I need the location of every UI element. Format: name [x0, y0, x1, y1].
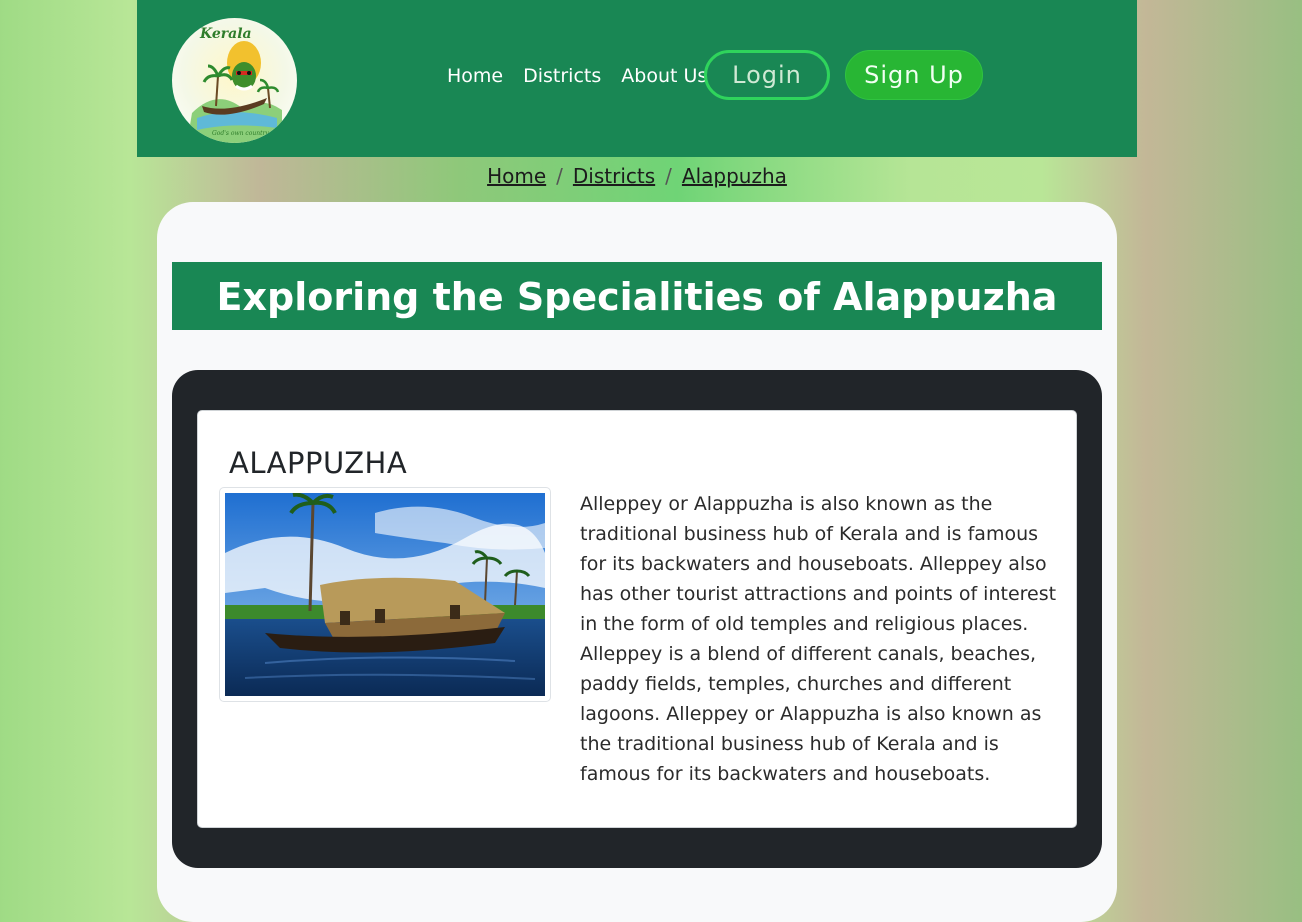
- district-panel: ALAPPUZHA Alleppey or Alappuzha is also …: [172, 370, 1102, 868]
- kerala-logo[interactable]: Kerala God's own country: [172, 18, 297, 143]
- card-title: ALAPPUZHA: [229, 446, 408, 480]
- breadcrumb-alappuzha[interactable]: Alappuzha: [682, 164, 787, 188]
- page-title: Exploring the Specialities of Alappuzha: [216, 275, 1058, 319]
- page: Kerala God's own country Home Districts …: [137, 0, 1137, 922]
- navbar: Kerala God's own country Home Districts …: [137, 0, 1137, 157]
- nav-about-link[interactable]: About Us: [621, 64, 707, 88]
- district-card: ALAPPUZHA Alleppey or Alappuzha is also …: [197, 410, 1077, 828]
- district-description: Alleppey or Alappuzha is also known as t…: [580, 493, 1057, 785]
- title-banner: Exploring the Specialities of Alappuzha: [172, 262, 1102, 330]
- logo-tagline: God's own country: [212, 130, 269, 137]
- image-thumbnail: [219, 487, 551, 702]
- login-button[interactable]: Login: [704, 50, 830, 100]
- nav-districts-link[interactable]: Districts: [523, 64, 601, 88]
- content-panel: Exploring the Specialities of Alappuzha …: [157, 202, 1117, 922]
- breadcrumb-separator: /: [665, 164, 672, 188]
- houseboat-image: [225, 493, 545, 696]
- breadcrumb: Home / Districts / Alappuzha: [137, 162, 1137, 190]
- nav-home-link[interactable]: Home: [447, 64, 503, 88]
- logo-text: Kerala: [200, 26, 252, 42]
- breadcrumb-separator: /: [556, 164, 563, 188]
- nav-links: Home Districts About Us: [447, 64, 707, 88]
- breadcrumb-home[interactable]: Home: [487, 164, 546, 188]
- signup-button[interactable]: Sign Up: [845, 50, 983, 100]
- breadcrumb-districts[interactable]: Districts: [573, 164, 655, 188]
